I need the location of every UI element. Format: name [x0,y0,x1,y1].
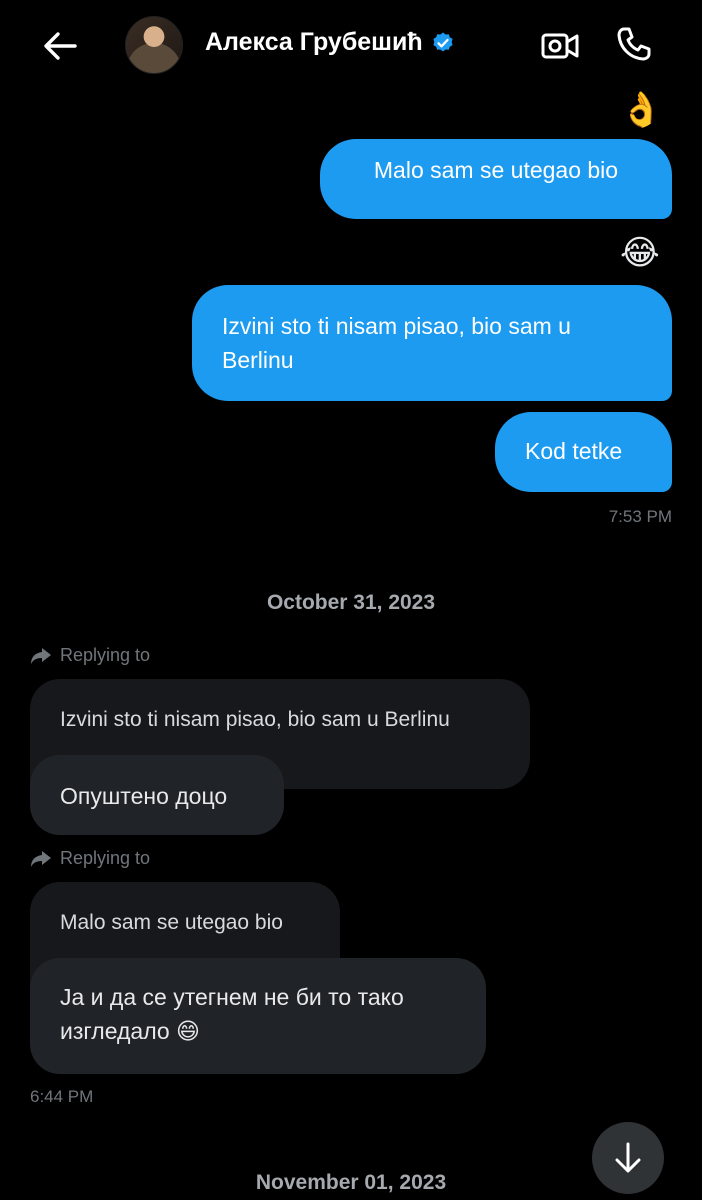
back-arrow-icon [44,32,77,60]
received-message-bubble[interactable]: Ја и да се утегнем не би то тако изгледа… [30,958,486,1074]
reply-arrow-icon [31,850,51,867]
replying-to-label: Replying to [30,645,150,666]
sent-message-text: Kod tetke [525,438,623,464]
replying-to-label: Replying to [30,848,150,869]
verified-badge-icon [433,32,453,51]
video-call-button[interactable] [538,24,582,68]
video-call-icon [541,33,579,59]
contact-name-row[interactable]: Алекса Грубешић [205,28,455,57]
sent-message-bubble[interactable]: Kod tetke [495,412,672,492]
received-message-text: Опуштено доцо [60,783,228,809]
sent-message-text: Malo sam se utegao bio [373,157,619,183]
reaction-emoji: 👌 [620,91,663,129]
back-button[interactable] [40,26,80,66]
scroll-to-bottom-button[interactable] [592,1122,664,1194]
date-separator: October 31, 2023 [266,591,436,614]
phone-call-button[interactable] [612,22,656,66]
received-message-text: Ја и да се утегнем не би то тако изгледа… [60,984,404,1044]
message-timestamp: 7:53 PM [608,507,672,526]
avatar[interactable] [125,16,183,74]
quoted-message-text: Izvini sto ti nisam pisao, bio sam u Ber… [60,708,450,731]
reply-arrow-icon [31,647,51,664]
sent-message-text: Izvini sto ti nisam pisao, bio sam u Ber… [222,313,571,373]
received-message-bubble[interactable]: Опуштено доцо [30,755,284,835]
arrow-down-icon [615,1142,641,1173]
replying-to-text: Replying to [60,848,151,868]
sent-message-bubble[interactable]: Malo sam se utegao bio [320,139,672,219]
message-timestamp: 6:44 PM [30,1087,94,1106]
contact-name: Алекса Грубешић [205,28,423,56]
sent-message-bubble[interactable]: Izvini sto ti nisam pisao, bio sam u Ber… [192,285,672,401]
reaction-emoji: 😂 [620,234,660,272]
quoted-message-text: Malo sam se utegao bio [60,911,283,934]
replying-to-text: Replying to [60,645,151,665]
phone-icon [617,27,651,61]
